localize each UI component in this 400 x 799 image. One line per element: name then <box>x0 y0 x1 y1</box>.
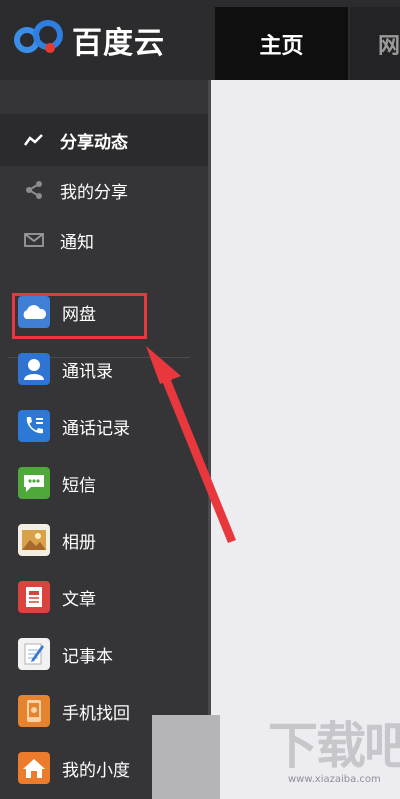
annotation-arrow-icon <box>146 346 236 543</box>
watermark-text: 下载吧 <box>268 717 400 775</box>
watermark-domain: www.xiazaiba.com <box>288 774 381 785</box>
overlay-block <box>152 715 220 799</box>
